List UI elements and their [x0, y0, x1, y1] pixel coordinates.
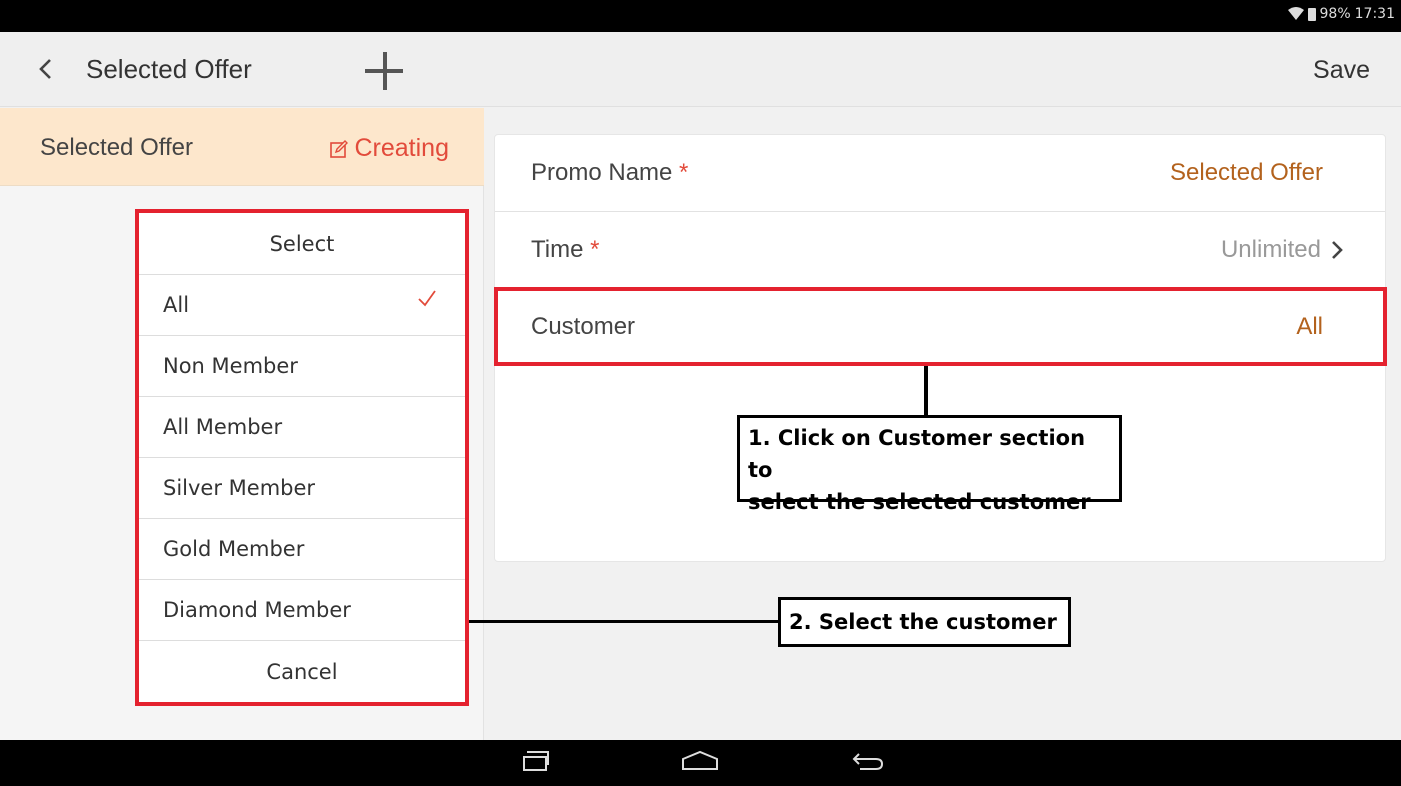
- option-gold-member[interactable]: Gold Member: [139, 519, 465, 580]
- annotation-step-1: 1. Click on Customer section to select t…: [737, 415, 1122, 514]
- back-nav-button[interactable]: [850, 748, 886, 779]
- clock: 17:31: [1354, 6, 1395, 22]
- recent-apps-button[interactable]: [519, 748, 551, 779]
- chevron-left-icon: [39, 59, 51, 79]
- option-label: Silver Member: [163, 476, 316, 500]
- customer-highlight: [494, 287, 1387, 366]
- back-arrow-icon: [852, 753, 884, 770]
- dialog-title-text: Select: [269, 231, 335, 256]
- navigation-bar: [0, 740, 1401, 786]
- dialog-title: Select: [139, 213, 465, 275]
- time-field[interactable]: Time * Unlimited: [495, 212, 1385, 289]
- battery-icon: [1307, 7, 1316, 21]
- required-mark: *: [679, 159, 689, 186]
- edit-icon: [329, 139, 348, 158]
- option-all-member[interactable]: All Member: [139, 397, 465, 458]
- checkmark-icon: [418, 290, 436, 307]
- option-label: Diamond Member: [163, 598, 351, 622]
- cancel-button[interactable]: Cancel: [139, 641, 465, 702]
- callout-connector: [469, 620, 779, 623]
- home-button[interactable]: [680, 748, 720, 779]
- annotation-step-2-text: 2. Select the customer: [789, 610, 1057, 634]
- app-bar: Selected Offer Save: [0, 32, 1401, 107]
- chevron-right-icon: [1332, 241, 1343, 259]
- recent-apps-icon: [523, 751, 549, 771]
- offer-name: Selected Offer: [40, 134, 193, 161]
- option-label: Non Member: [163, 354, 298, 378]
- cancel-label: Cancel: [266, 659, 338, 684]
- status-bar: 98% 17:31: [0, 0, 1401, 32]
- time-value: Unlimited: [1221, 236, 1343, 264]
- promo-name-label: Promo Name *: [531, 159, 688, 187]
- save-button[interactable]: Save: [1313, 56, 1370, 85]
- home-icon: [682, 750, 718, 770]
- required-mark: *: [590, 236, 600, 263]
- creating-status: Creating: [329, 134, 450, 163]
- customer-select-dialog: Select All Non Member All Member Silver …: [135, 209, 469, 706]
- callout-connector: [924, 366, 928, 416]
- option-diamond-member[interactable]: Diamond Member: [139, 580, 465, 641]
- creating-label: Creating: [354, 134, 450, 162]
- option-label: All: [163, 293, 190, 317]
- option-label: All Member: [163, 415, 283, 439]
- page-title: Selected Offer: [86, 54, 252, 84]
- battery-level: 98%: [1319, 6, 1351, 22]
- promo-name-value: Selected Offer: [1170, 159, 1323, 186]
- back-button[interactable]: [30, 52, 60, 86]
- time-label-text: Time: [531, 236, 584, 263]
- annotation-step-2: 2. Select the customer: [778, 597, 1071, 647]
- time-label: Time *: [531, 236, 599, 264]
- offer-header[interactable]: Selected Offer Creating: [0, 108, 484, 186]
- add-icon[interactable]: [363, 50, 407, 94]
- option-label: Gold Member: [163, 537, 305, 561]
- annotation-step-1-line-2: select the selected customer: [748, 490, 1091, 514]
- option-all[interactable]: All: [139, 275, 465, 336]
- promo-name-label-text: Promo Name: [531, 159, 673, 186]
- option-silver-member[interactable]: Silver Member: [139, 458, 465, 519]
- wifi-icon: [1287, 7, 1304, 20]
- promo-name-field[interactable]: Promo Name * Selected Offer: [495, 135, 1385, 212]
- time-value-text: Unlimited: [1220, 236, 1321, 263]
- annotation-step-1-line-1: 1. Click on Customer section to: [748, 426, 1086, 482]
- option-non-member[interactable]: Non Member: [139, 336, 465, 397]
